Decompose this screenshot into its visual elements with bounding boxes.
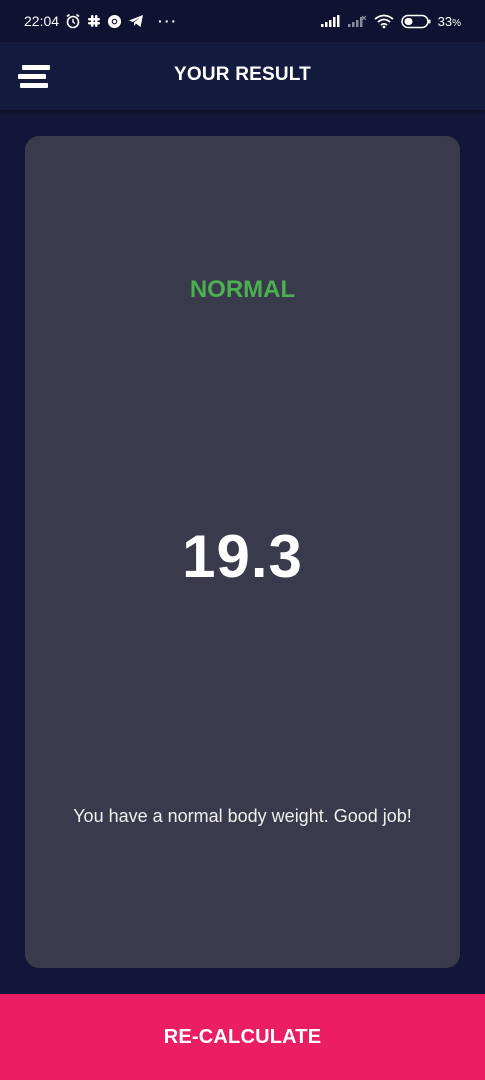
bmi-value: 19.3 — [182, 523, 303, 590]
chrome-icon — [107, 14, 122, 29]
battery-value: 33 — [437, 13, 453, 29]
signal-icon — [320, 14, 340, 28]
battery-percentage: 33% — [438, 14, 461, 29]
slack-icon — [87, 14, 101, 28]
page-title: YOUR RESULT — [174, 64, 311, 85]
status-bar-left: 22:04 ··· — [24, 13, 178, 29]
alarm-icon — [65, 13, 81, 29]
battery-icon — [400, 14, 431, 29]
telegram-icon — [128, 14, 144, 28]
status-bar: 22:04 ··· 33% — [0, 0, 485, 42]
battery-unit: % — [452, 17, 461, 29]
wifi-icon — [374, 14, 394, 29]
bmi-interpretation: You have a normal body weight. Good job! — [73, 806, 412, 826]
status-bar-right: 33% — [320, 14, 461, 29]
app-bar: YOUR RESULT — [0, 42, 485, 110]
status-time: 22:04 — [24, 13, 60, 29]
bmi-status-label: NORMAL — [189, 276, 296, 303]
recalculate-button[interactable]: RE-CALCULATE — [0, 994, 485, 1080]
more-notifications-icon: ··· — [158, 13, 179, 29]
signal-weak-icon — [347, 14, 367, 28]
